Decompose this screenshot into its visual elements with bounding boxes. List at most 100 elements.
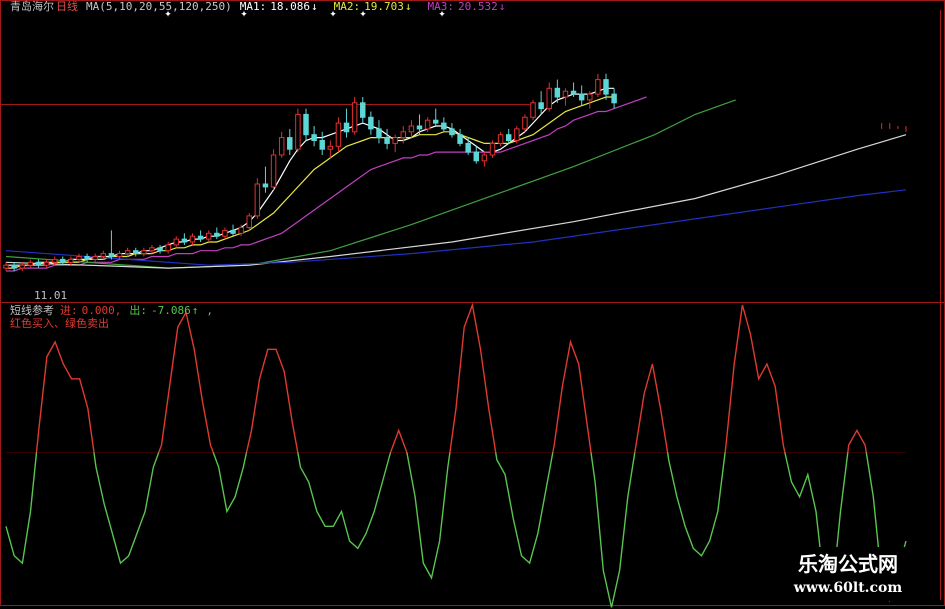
candle-body [465,142,471,153]
candle-body [19,264,25,269]
candle-body [27,261,34,266]
osc-sell-segment [93,452,160,565]
candle-body [254,183,261,217]
osc-buy-segment [449,302,497,453]
stock-name[interactable]: 青岛海尔 [10,0,54,13]
candle-body [376,128,382,139]
indicator-header: 短线参考 进: 0.000, 出: -7.086↑, [10,304,229,318]
candle-body [611,93,617,104]
ma2-arrow-icon: ↓ [404,0,412,13]
candle-body [51,258,58,263]
osc-buy-segment [634,363,669,453]
out-value: -7.086 [151,304,191,317]
out-label: 出: [129,304,147,317]
candle-body [554,87,561,98]
candle-body [400,131,407,139]
candle-body [538,102,544,110]
ma1-value: 18.086 [270,0,310,13]
osc-sell-segment [495,452,554,565]
watermark-title: 乐淘公式网 [798,552,898,576]
candle-body [587,93,593,101]
candle-body [433,119,439,124]
candle-body [457,134,463,144]
ma3-arrow-icon: ↓ [498,0,506,13]
osc-sell-segment [590,452,636,608]
osc-sell-segment [666,452,726,557]
ma2-label: MA2: [333,0,361,13]
ma1-arrow-icon: ↓ [310,0,318,13]
period-label[interactable]: 日线 [56,0,78,13]
candle-body [116,253,123,258]
osc-buy-segment [389,428,408,453]
candle-body [214,232,220,237]
candle-body [133,250,139,255]
candle-body [84,256,90,260]
candle-body [530,102,536,118]
candle-body [68,258,74,263]
candle-body [570,90,577,95]
candle-body [287,137,293,150]
osc-sell-segment [297,452,392,550]
candle-body [489,142,496,156]
ma-line-ma1 [6,87,615,266]
ma-line-ma3 [6,96,647,272]
candle-body [303,113,309,136]
in-value: 0.000, [81,304,122,317]
candle-body [473,151,479,162]
candle-body [449,128,455,136]
candle-body [11,264,17,269]
candle-body [481,154,488,162]
in-label: 进: [60,304,78,317]
watermark-url: www.60lt.com [793,580,903,596]
candle-body [360,102,366,118]
date-marker: 11.01 [34,289,68,302]
osc-buy-segment [847,428,867,453]
candle-body [124,250,131,255]
candle-body [108,253,115,258]
candle-body [327,145,334,150]
ma-params: MA(5,10,20,55,120,250) [86,0,232,13]
candle-body [92,256,98,260]
ma1-label: MA1: [239,0,267,13]
indicator-name[interactable]: 短线参考 [10,304,54,317]
candle-body [505,134,512,141]
main-chart-header: 青岛海尔 日线 MA(5,10,20,55,120,250) MA1: 18.086↓ M… [10,0,521,14]
ma2-readout: MA2: 19.703↓ [334,0,420,13]
candle-body [368,116,374,130]
candle-body [351,102,358,133]
candle-body [578,93,585,101]
candle-body [416,125,423,130]
candle-body [384,137,390,144]
candle-body [262,183,269,188]
indicator-legend: 红色买入、绿色卖出 [10,317,109,330]
candle-body [3,264,9,269]
candle-body [197,235,204,240]
candle-body [319,140,325,150]
chart-window: ✦ ✦ ✦ ✦ ✦ 青岛海尔 日线 MA(5,10,20,55,120,250) MA1: 18… [0,0,945,609]
candle-body [562,90,569,98]
candle-body [141,250,147,255]
candle-body [514,128,520,141]
candle-body [238,227,244,234]
candle-body [424,119,431,130]
candle-body [165,244,171,252]
candle-body [76,256,82,260]
candle-body [230,229,236,234]
ma-line-ma120 [5,134,907,269]
candle-body [149,247,155,252]
candle-body [522,116,528,130]
osc-buy-segment [724,304,786,453]
osc-buy-segment [245,348,299,453]
in-readout: 进: 0.000, [60,304,121,317]
candle-body [295,113,301,150]
candle-body [60,258,66,263]
osc-sell-segment [406,452,451,580]
osc-buy-segment [35,340,95,453]
candle-body [408,125,415,133]
candle-body [595,79,601,95]
candle-body [35,261,42,266]
candle-body [311,134,317,141]
out-arrow-icon: ↑ [191,304,199,317]
osc-sell-segment [212,452,248,514]
candle-body [222,229,228,237]
